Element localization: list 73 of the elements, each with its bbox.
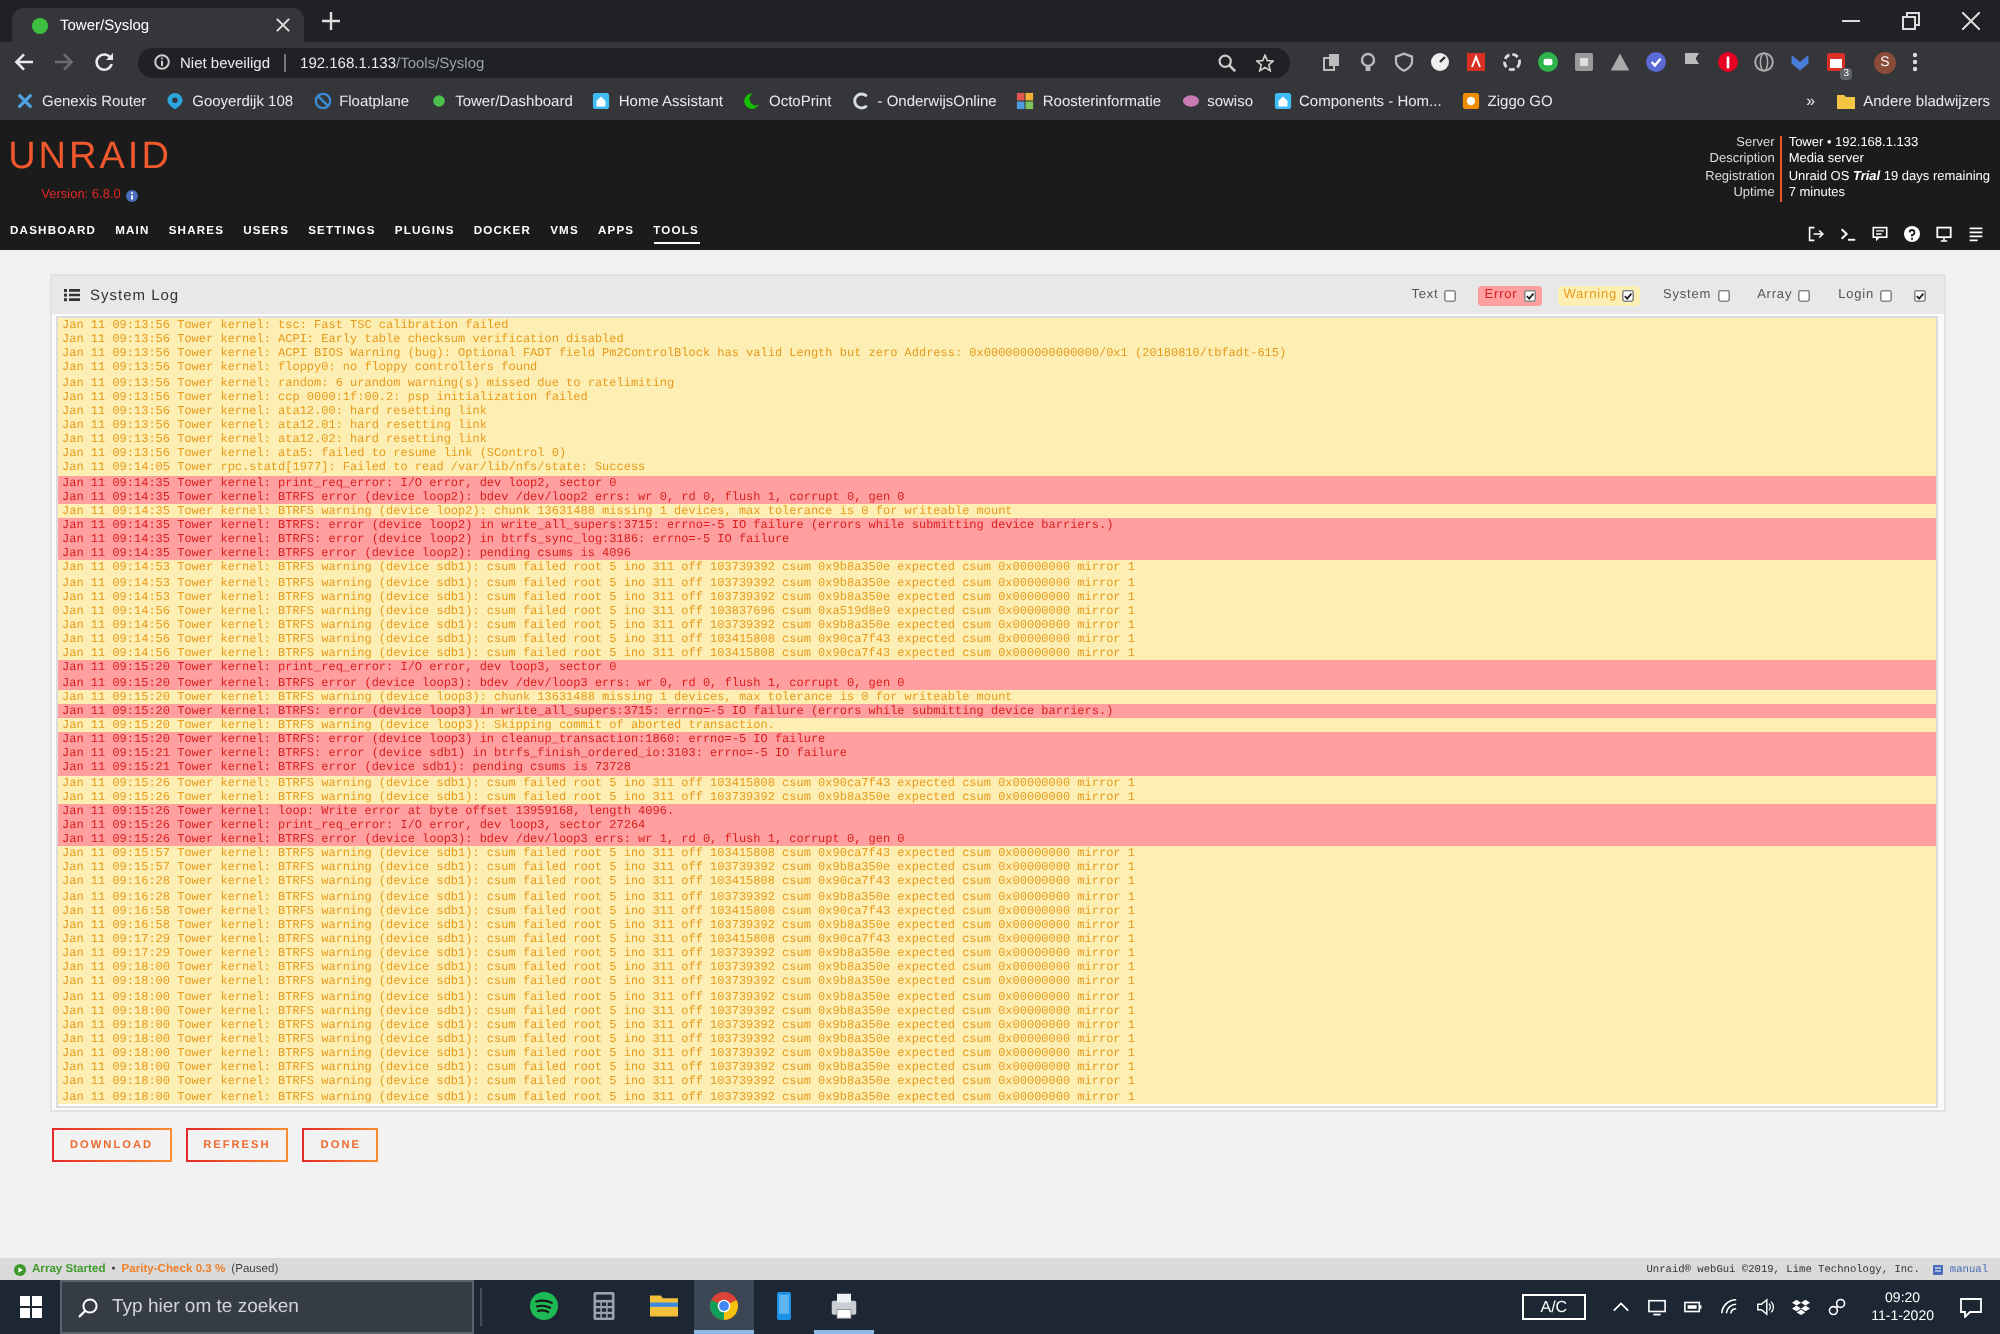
waves-circle-icon bbox=[530, 1291, 558, 1319]
menu-icon[interactable] bbox=[1912, 52, 1918, 72]
checkbox[interactable] bbox=[1798, 289, 1811, 301]
terminal-icon[interactable] bbox=[1840, 225, 1856, 241]
arc-icon bbox=[851, 92, 870, 110]
star-icon[interactable] bbox=[1256, 53, 1274, 71]
bar-circle-icon[interactable] bbox=[1718, 52, 1738, 72]
crescent-icon bbox=[742, 92, 761, 110]
diamond-icon[interactable] bbox=[1791, 1298, 1810, 1316]
copy-icon[interactable] bbox=[1322, 52, 1342, 72]
close-icon[interactable] bbox=[1961, 12, 1979, 30]
info-icon[interactable] bbox=[126, 189, 139, 201]
logo[interactable]: UNRAID bbox=[8, 136, 172, 180]
wheel-icon bbox=[710, 1291, 738, 1319]
plus-icon[interactable] bbox=[322, 12, 340, 30]
checkbox[interactable] bbox=[1523, 289, 1536, 301]
shield-icon[interactable] bbox=[1394, 52, 1414, 72]
reload-icon[interactable] bbox=[94, 52, 114, 72]
grid-icon bbox=[1016, 92, 1035, 110]
search-field[interactable]: Typ hier om te zoeken bbox=[60, 1280, 474, 1334]
monitor-icon[interactable] bbox=[1647, 1298, 1666, 1316]
battery-icon[interactable] bbox=[1683, 1298, 1702, 1316]
overflow-button[interactable]: » bbox=[1806, 92, 1816, 110]
calculator-icon bbox=[590, 1291, 618, 1319]
speech-bubble-icon[interactable] bbox=[1872, 225, 1888, 241]
caret-tile-icon[interactable] bbox=[1466, 52, 1486, 72]
windows-icon[interactable] bbox=[19, 1296, 41, 1318]
play-circle-icon bbox=[14, 1263, 26, 1275]
checkbox[interactable] bbox=[1717, 289, 1730, 301]
checkbox[interactable] bbox=[1914, 289, 1926, 301]
chevron-icon[interactable] bbox=[1790, 52, 1810, 72]
book-icon bbox=[1931, 1263, 1944, 1275]
oval-icon bbox=[1181, 92, 1200, 110]
printer-icon bbox=[830, 1291, 858, 1319]
house-icon bbox=[1273, 92, 1291, 110]
dot-icon bbox=[429, 92, 448, 110]
rings-icon[interactable] bbox=[1827, 1298, 1846, 1316]
circle-slash-icon bbox=[313, 92, 332, 110]
tile-icon bbox=[1461, 92, 1480, 110]
window-tile-icon[interactable] bbox=[1826, 52, 1846, 72]
dashed-ring-icon[interactable] bbox=[1502, 52, 1522, 72]
check-circle-icon[interactable] bbox=[1646, 52, 1666, 72]
monitor-icon[interactable] bbox=[1936, 225, 1952, 241]
folder-icon bbox=[650, 1291, 678, 1319]
maximize-icon[interactable] bbox=[1901, 12, 1919, 30]
back-arrow-icon[interactable] bbox=[14, 52, 34, 72]
bulb-icon[interactable] bbox=[1358, 52, 1378, 72]
wifi-icon[interactable] bbox=[1719, 1298, 1738, 1316]
input-indicator[interactable]: A/C bbox=[1522, 1294, 1586, 1320]
checkbox[interactable] bbox=[1444, 289, 1457, 301]
chat-icon[interactable] bbox=[1960, 1297, 1982, 1317]
drop-icon bbox=[166, 92, 185, 110]
info-icon[interactable] bbox=[154, 54, 170, 70]
gauge-icon[interactable] bbox=[1430, 52, 1450, 72]
dot-icon bbox=[32, 17, 48, 33]
search-icon bbox=[78, 1297, 98, 1317]
list-icon[interactable] bbox=[1968, 225, 1984, 241]
cross-icon bbox=[16, 92, 34, 110]
tile-icon[interactable] bbox=[1574, 52, 1594, 72]
checkbox[interactable] bbox=[1622, 289, 1635, 301]
search-icon[interactable] bbox=[1218, 53, 1236, 71]
chat-bubble-icon[interactable] bbox=[1538, 52, 1558, 72]
caret-up-icon[interactable] bbox=[1611, 1298, 1630, 1316]
close-icon[interactable] bbox=[276, 18, 290, 32]
folder-icon bbox=[1835, 92, 1856, 110]
logout-icon[interactable] bbox=[1808, 225, 1824, 241]
house-icon bbox=[592, 92, 611, 110]
triangle-icon[interactable] bbox=[1610, 52, 1630, 72]
globe-icon[interactable] bbox=[1754, 52, 1774, 72]
checkbox[interactable] bbox=[1880, 289, 1892, 301]
help-icon[interactable] bbox=[1904, 225, 1920, 241]
speaker-icon[interactable] bbox=[1755, 1298, 1774, 1316]
list-icon bbox=[64, 288, 80, 302]
